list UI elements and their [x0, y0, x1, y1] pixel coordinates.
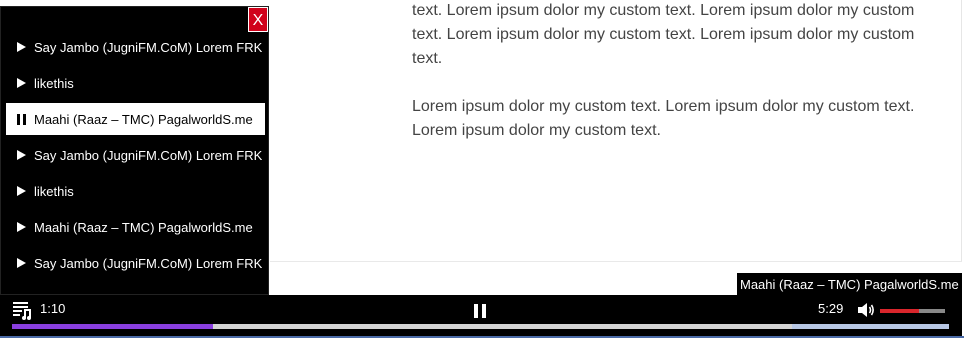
playlist-item-label: likethis	[34, 183, 74, 199]
article-paragraph: Lorem ipsum dolor my custom text. Lorem …	[412, 98, 915, 139]
playlist-item-active[interactable]: Maahi (Raaz – TMC) PagalworldS.me	[6, 103, 265, 135]
playlist-item[interactable]: Say Jambo (JugniFM.CoM) Lorem FRK	[6, 247, 265, 279]
play-icon	[6, 186, 34, 196]
play-icon	[6, 42, 34, 52]
playlist-item[interactable]: likethis	[6, 175, 265, 207]
current-time: 1:10	[40, 301, 66, 316]
playlist-item[interactable]: likethis	[6, 67, 265, 99]
playlist-item-label: Maahi (Raaz – TMC) PagalworldS.me	[34, 219, 253, 235]
now-playing-tooltip: Maahi (Raaz – TMC) PagalworldS.me	[736, 272, 963, 296]
progress-played	[12, 324, 214, 329]
volume-icon[interactable]	[858, 302, 876, 318]
playlist-item[interactable]: Maahi (Raaz – TMC) PagalworldS.me	[6, 211, 265, 243]
content-border	[961, 0, 962, 262]
playlist-item-label: Maahi (Raaz – TMC) PagalworldS.me	[34, 111, 253, 127]
playlist-item-label: Say Jambo (JugniFM.CoM) Lorem FRK	[34, 39, 263, 55]
playlist-item[interactable]: Say Jambo (JugniFM.CoM) Lorem FRK	[6, 139, 265, 171]
play-icon	[6, 78, 34, 88]
total-time: 5:29	[818, 301, 844, 316]
player-bar: 1:10 5:29	[0, 295, 962, 338]
article-paragraph: text. Lorem ipsum dolor my custom text. …	[412, 2, 915, 67]
pause-button[interactable]	[474, 304, 486, 318]
playlist-item-label: Say Jambo (JugniFM.CoM) Lorem FRK	[34, 255, 263, 271]
play-icon	[6, 222, 34, 232]
playlist-item[interactable]: Say Jambo (JugniFM.CoM) Lorem FRK	[6, 31, 265, 63]
playlist-item-label: Say Jambo (JugniFM.CoM) Lorem FRK	[34, 147, 263, 163]
playlist-toggle-icon[interactable]	[13, 302, 32, 320]
progress-bar[interactable]	[12, 324, 949, 329]
volume-level	[880, 309, 919, 313]
play-icon	[6, 258, 34, 268]
content-divider	[270, 261, 962, 262]
play-icon	[6, 150, 34, 160]
volume-slider[interactable]	[880, 309, 945, 313]
playlist-item-label: likethis	[34, 75, 74, 91]
progress-buffer	[792, 324, 949, 329]
close-playlist-button[interactable]: X	[248, 7, 268, 32]
playlist-panel: X Say Jambo (JugniFM.CoM) Lorem FRK like…	[0, 6, 269, 295]
pause-icon	[6, 113, 34, 125]
